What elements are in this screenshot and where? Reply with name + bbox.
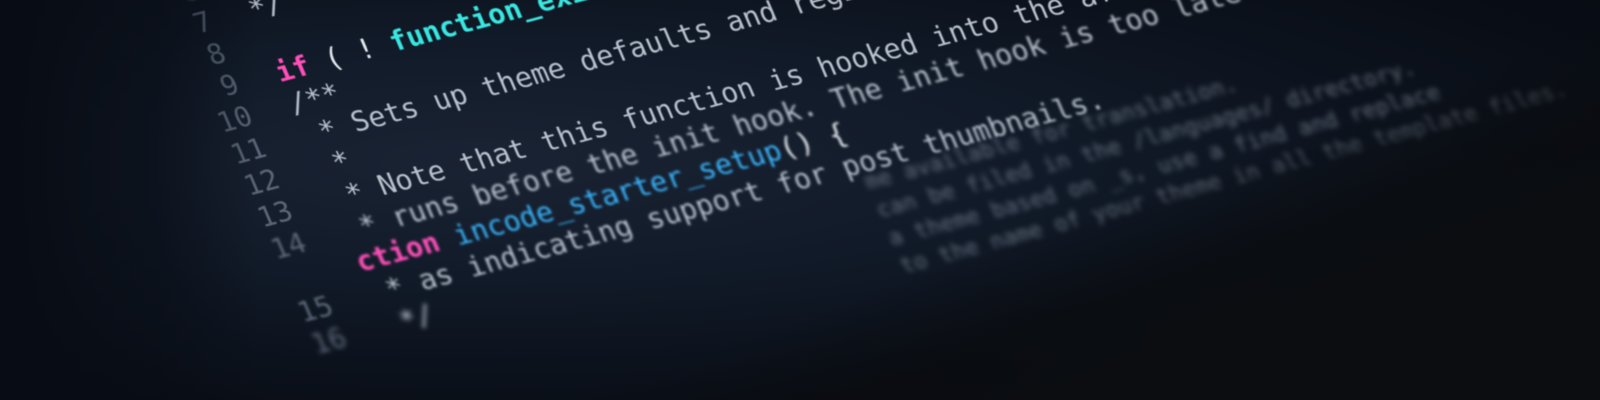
code-editor-photo: 5* @package _6* @package _7*/89if ( ! fu… [0, 0, 1600, 400]
